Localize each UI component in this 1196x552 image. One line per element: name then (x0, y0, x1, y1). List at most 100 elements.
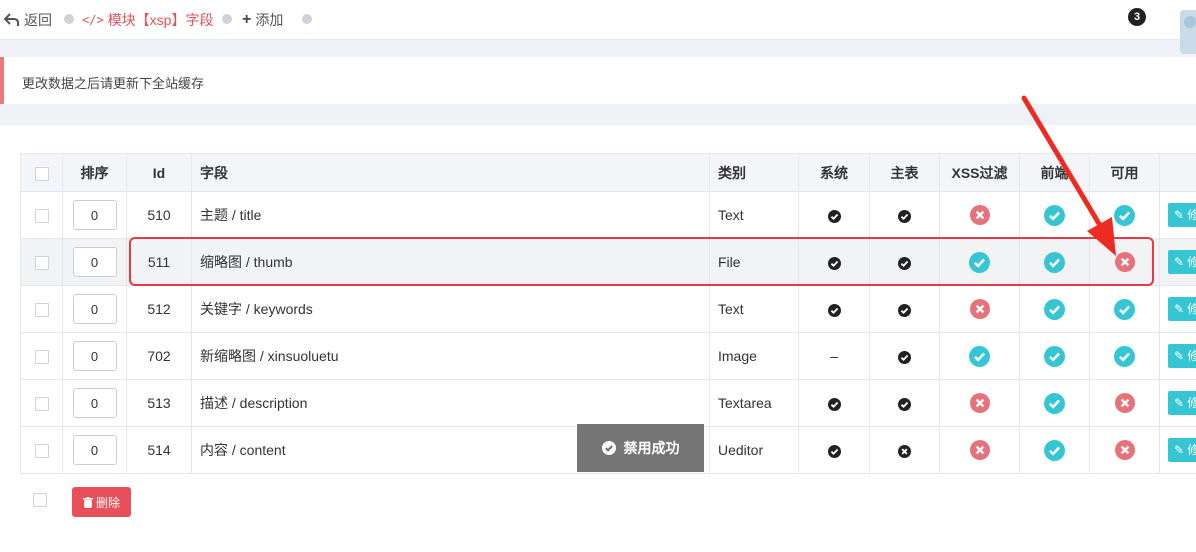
select-all-cell (20, 153, 63, 192)
xss-cell (939, 332, 1020, 380)
footer-select-checkbox[interactable] (33, 493, 47, 507)
sort-input[interactable] (72, 341, 117, 371)
check-circle-icon[interactable] (1044, 251, 1065, 273)
main-cell (869, 238, 940, 286)
check-circle-icon[interactable] (827, 397, 841, 411)
delete-button[interactable]: 删除 (72, 487, 131, 517)
avatar[interactable] (1180, 10, 1196, 54)
toast-text: 禁用成功 (623, 440, 680, 456)
check-circle-icon[interactable] (1114, 345, 1135, 367)
id-cell: 512 (126, 285, 192, 333)
sort-input[interactable] (72, 294, 117, 324)
code-icon: </> (82, 13, 104, 27)
id-cell: 514 (126, 426, 192, 474)
system-cell (798, 426, 870, 474)
edit-label: 修改 (1187, 396, 1196, 410)
check-circle-icon[interactable] (898, 303, 911, 317)
row-checkbox[interactable] (34, 444, 49, 459)
x-circle-icon[interactable] (969, 393, 990, 413)
edit-icon: ✎ (1174, 349, 1185, 363)
actions-cell: ✎ 修改 (1159, 285, 1196, 333)
edit-icon: ✎ (1174, 396, 1185, 410)
add-link[interactable]: + 添加 (242, 10, 283, 30)
system-cell: – (798, 332, 870, 380)
row-checkbox[interactable] (34, 256, 49, 271)
x-circle-icon[interactable] (969, 205, 990, 225)
field-cell: 主题 / title (191, 191, 710, 239)
sort-cell (62, 332, 127, 380)
actions-cell: ✎ 修改 (1159, 426, 1196, 474)
sort-input[interactable] (72, 247, 117, 277)
id-cell: 513 (126, 379, 192, 427)
table-row: 702新缩略图 / xinsuoluetuImage – ✎ 修改 (20, 332, 1196, 380)
edit-button[interactable]: ✎ 修改 (1168, 250, 1196, 274)
x-circle-icon[interactable] (898, 444, 911, 458)
check-circle-icon[interactable] (827, 303, 841, 317)
trash-icon (82, 496, 93, 508)
module-fields-tab[interactable]: </> 模块【xsp】字段 (82, 10, 213, 30)
edit-label: 修改 (1187, 302, 1196, 316)
row-checkbox[interactable] (34, 397, 49, 412)
check-circle-icon[interactable] (898, 209, 911, 223)
check-circle-icon[interactable] (1044, 345, 1065, 367)
x-circle-icon[interactable] (1114, 393, 1135, 413)
check-circle-icon[interactable] (1114, 204, 1135, 226)
check-circle-icon[interactable] (1114, 298, 1135, 320)
header-id[interactable]: Id (126, 153, 192, 192)
module-fields-label: 模块【xsp】字段 (107, 12, 214, 28)
main-cell (869, 332, 940, 380)
row-checkbox[interactable] (34, 350, 49, 365)
back-link[interactable]: 返回 (4, 10, 52, 30)
row-select-cell (20, 332, 63, 380)
check-circle-icon[interactable] (1044, 439, 1065, 461)
edit-button[interactable]: ✎ 修改 (1168, 203, 1196, 227)
type-cell: Text (709, 285, 799, 333)
check-circle-icon[interactable] (827, 256, 841, 270)
row-select-cell (20, 379, 63, 427)
plus-icon: + (242, 11, 252, 28)
field-cell: 关键字 / keywords (191, 285, 710, 333)
type-cell: Image (709, 332, 799, 380)
sort-input[interactable] (72, 388, 117, 418)
row-checkbox[interactable] (34, 303, 49, 318)
header-sort[interactable]: 排序 (62, 153, 127, 192)
check-circle-icon[interactable] (898, 256, 911, 270)
x-circle-icon[interactable] (969, 299, 990, 319)
actions-cell: ✎ 修改 (1159, 379, 1196, 427)
table-row: 512关键字 / keywordsText ✎ 修改 (20, 285, 1196, 333)
check-circle-icon[interactable] (969, 345, 990, 367)
select-all-checkbox[interactable] (34, 166, 49, 181)
check-circle-icon[interactable] (1044, 298, 1065, 320)
edit-button[interactable]: ✎ 修改 (1168, 344, 1196, 368)
edit-label: 修改 (1187, 255, 1196, 269)
edit-label: 修改 (1187, 443, 1196, 457)
check-circle-icon[interactable] (969, 251, 990, 273)
main-cell (869, 191, 940, 239)
check-circle-icon[interactable] (898, 350, 911, 364)
check-circle-icon[interactable] (1044, 392, 1065, 414)
x-circle-icon[interactable] (1114, 440, 1135, 460)
edit-button[interactable]: ✎ 修改 (1168, 297, 1196, 321)
edit-icon: ✎ (1174, 255, 1185, 269)
notification-badge[interactable]: 3 (1128, 8, 1146, 26)
x-circle-icon[interactable] (969, 440, 990, 460)
check-circle-icon[interactable] (827, 444, 841, 458)
sort-input[interactable] (72, 435, 117, 465)
front-cell (1019, 332, 1090, 380)
check-circle-icon[interactable] (1044, 204, 1065, 226)
check-circle-icon (601, 441, 616, 455)
check-circle-icon[interactable] (827, 209, 841, 223)
row-checkbox[interactable] (34, 209, 49, 224)
enabled-cell (1089, 191, 1160, 239)
header-enabled: 可用 (1089, 153, 1160, 192)
check-circle-icon[interactable] (898, 397, 911, 411)
dash-text: – (830, 348, 838, 364)
header-xss: XSS过滤 (939, 153, 1020, 192)
edit-icon: ✎ (1174, 208, 1185, 222)
sort-input[interactable] (72, 200, 117, 230)
x-circle-icon[interactable] (1114, 252, 1135, 272)
edit-button[interactable]: ✎ 修改 (1168, 391, 1196, 415)
row-select-cell (20, 426, 63, 474)
edit-button[interactable]: ✎ 修改 (1168, 438, 1196, 462)
front-cell (1019, 238, 1090, 286)
